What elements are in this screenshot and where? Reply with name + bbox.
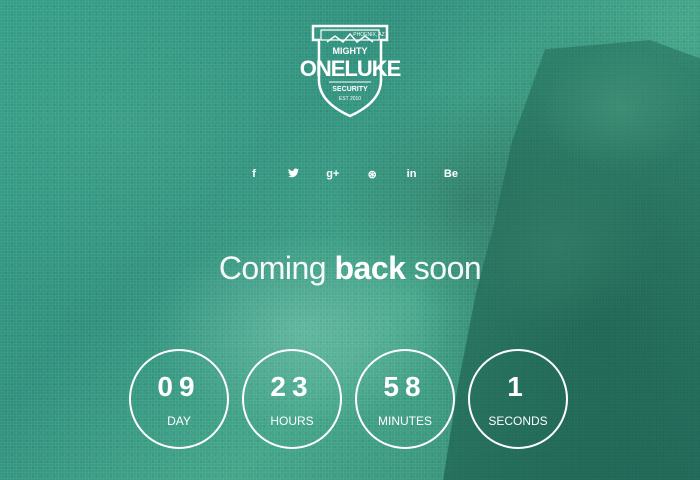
countdown-seconds-label: SECONDS xyxy=(488,414,548,428)
logo-security-text: SECURITY xyxy=(332,86,368,93)
logo-mighty-text: MIGHTY xyxy=(333,46,368,56)
countdown-hours: 23 HOURS xyxy=(242,349,342,449)
countdown-minutes: 58 MINUTES xyxy=(355,349,455,449)
twitter-icon-svg xyxy=(287,167,299,177)
countdown-days-value: 09 xyxy=(157,371,201,402)
countdown-hours-label: HOURS xyxy=(270,414,314,428)
headline: Coming back soon xyxy=(0,250,700,287)
countdown-days-label: DAY xyxy=(167,414,191,428)
countdown-minutes-label: MINUTES xyxy=(378,414,432,428)
headline-bold: back xyxy=(334,250,406,286)
social-links: f g+ ⊛ in Be xyxy=(245,165,460,183)
facebook-icon[interactable]: f xyxy=(245,168,263,180)
logo-name-text: ONELUKE xyxy=(300,56,401,81)
dribbble-icon[interactable]: ⊛ xyxy=(363,168,381,181)
countdown-seconds-value: 1 xyxy=(507,371,529,402)
landing-page: PHOENIX, AZ MIGHTY ONELUKE SECURITY EST … xyxy=(0,0,700,480)
countdown-hours-value: 23 xyxy=(270,371,314,402)
headline-before: Coming xyxy=(218,250,335,286)
google-plus-icon[interactable]: g+ xyxy=(324,168,342,180)
oneluke-logo: PHOENIX, AZ MIGHTY ONELUKE SECURITY EST … xyxy=(300,24,402,118)
countdown-days: 09 DAY xyxy=(129,349,229,449)
countdown: 09 DAY 23 HOURS 58 MINUTES 1 SECONDS xyxy=(129,349,569,453)
logo-est-text: EST 2010 xyxy=(339,96,361,102)
logo-top-text: PHOENIX, AZ xyxy=(353,32,384,38)
headline-after: soon xyxy=(405,250,482,286)
linkedin-icon[interactable]: in xyxy=(403,168,421,180)
countdown-minutes-value: 58 xyxy=(383,371,427,402)
twitter-icon[interactable] xyxy=(284,167,302,181)
countdown-seconds: 1 SECONDS xyxy=(468,349,568,449)
behance-icon[interactable]: Be xyxy=(442,168,460,180)
